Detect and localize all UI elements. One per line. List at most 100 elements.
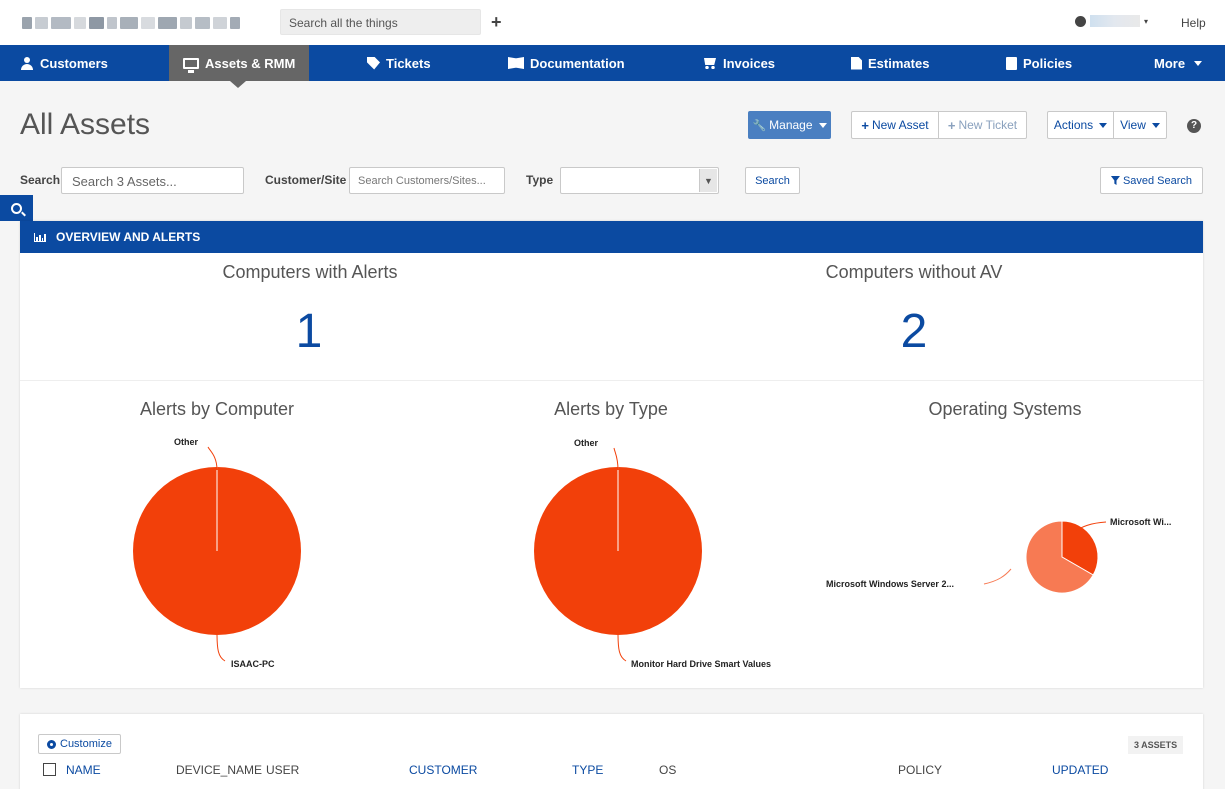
filter-icon — [1110, 176, 1120, 185]
caret-down-icon — [1194, 60, 1203, 66]
nav-item-label: Documentation — [530, 55, 625, 71]
customize-button[interactable]: Customize — [38, 734, 121, 754]
pie-label-monitor-hard-drive: Monitor Hard Drive Smart Values — [631, 659, 771, 669]
os-pie[interactable] — [1025, 520, 1099, 594]
bar-chart-icon — [34, 232, 46, 242]
nav-item-estimates[interactable]: Estimates — [851, 45, 929, 81]
overview-header: OVERVIEW AND ALERTS — [20, 221, 1203, 253]
caret-down-icon — [1099, 122, 1108, 128]
saved-search-button[interactable]: Saved Search — [1100, 167, 1203, 194]
computers-with-alerts-count[interactable]: 1 — [209, 304, 409, 359]
customer-site-label: Customer/Site — [265, 173, 347, 187]
leader-line-isaac-pc — [216, 632, 226, 662]
user-avatar-icon — [1075, 15, 1086, 27]
column-header-name[interactable]: NAME — [66, 763, 101, 777]
alerts-by-type-title: Alerts by Type — [554, 399, 668, 419]
view-label: View — [1120, 118, 1146, 132]
computers-with-alerts-title: Computers with Alerts — [222, 262, 398, 282]
caret-down-icon — [1151, 122, 1160, 128]
column-header-device-name: DEVICE_NAME — [176, 763, 263, 777]
add-button[interactable]: + — [491, 12, 502, 32]
document-icon — [851, 56, 862, 70]
select-all-checkbox[interactable] — [43, 763, 56, 776]
chevron-down-icon: ▾ — [1144, 16, 1149, 26]
actions-label: Actions — [1053, 118, 1094, 132]
pie-label-isaac-pc: ISAAC-PC — [231, 659, 275, 669]
main-nav: Customers Assets & RMM Tickets Documenta… — [0, 45, 1225, 81]
saved-search-label: Saved Search — [1122, 174, 1193, 187]
operating-systems-title: Operating Systems — [928, 399, 1082, 419]
alerts-by-computer-chart[interactable]: Other ISAAC-PC — [20, 421, 414, 681]
overview-header-label: OVERVIEW AND ALERTS — [56, 230, 201, 244]
nav-item-policies[interactable]: Policies — [1006, 45, 1072, 81]
nav-item-tickets[interactable]: Tickets — [367, 45, 431, 81]
column-header-os: OS — [659, 763, 677, 777]
column-header-updated[interactable]: UPDATED — [1052, 763, 1108, 777]
manage-button[interactable]: 🔧 Manage — [748, 111, 831, 139]
customer-site-input[interactable]: Search Customers/Sites... — [349, 167, 505, 194]
magnify-plus-icon — [11, 202, 22, 214]
nav-item-invoices[interactable]: Invoices — [702, 45, 775, 81]
leader-line-other — [207, 446, 218, 471]
search-label: Search — [20, 173, 61, 187]
nav-item-customers[interactable]: Customers — [20, 45, 108, 81]
leader-line-monitor-hard-drive — [617, 632, 627, 662]
pie-label-other: Other — [174, 437, 199, 447]
gear-icon — [47, 739, 56, 749]
column-header-customer[interactable]: CUSTOMER — [409, 763, 477, 777]
tag-icon — [367, 56, 380, 70]
user-name-blurred — [1090, 15, 1140, 27]
column-header-type[interactable]: TYPE — [572, 763, 603, 777]
nav-item-assets-rmm[interactable]: Assets & RMM — [169, 45, 310, 81]
user-icon — [20, 56, 34, 70]
company-logo[interactable] — [22, 14, 240, 32]
type-label: Type — [526, 173, 554, 187]
assets-count-badge: 3 ASSETS — [1128, 736, 1184, 754]
cart-icon — [702, 57, 717, 69]
leader-line-microsoft-windows-server — [983, 568, 1012, 585]
plus-icon: + — [947, 117, 956, 133]
nav-item-label: Assets & RMM — [205, 55, 296, 71]
computers-without-av-title: Computers without AV — [825, 262, 1003, 282]
global-search-input[interactable]: Search all the things — [280, 9, 481, 35]
alerts-by-type-chart[interactable]: Other Monitor Hard Drive Smart Values — [414, 421, 808, 681]
asset-search-input[interactable]: Search 3 Assets... — [61, 167, 244, 194]
view-dropdown[interactable]: View — [1113, 111, 1167, 139]
plus-icon: + — [861, 117, 869, 133]
active-tab-pointer — [230, 81, 246, 88]
help-link[interactable]: Help — [1181, 16, 1206, 30]
divider — [20, 380, 1203, 381]
nav-item-label: Customers — [40, 55, 108, 71]
new-asset-button[interactable]: + New Asset — [851, 111, 939, 139]
nav-item-more[interactable]: More — [1154, 45, 1203, 81]
user-menu[interactable]: ▾ — [1075, 15, 1148, 27]
policy-icon — [1006, 56, 1017, 70]
book-icon — [508, 57, 524, 69]
customize-label: Customize — [60, 738, 112, 750]
pie-label-microsoft-wi: Microsoft Wi... — [1110, 517, 1171, 527]
new-ticket-button[interactable]: + New Ticket — [938, 111, 1027, 139]
assets-table-panel — [20, 714, 1203, 789]
page-title: All Assets — [20, 108, 151, 141]
column-header-user: USER — [266, 763, 300, 777]
pie-label-other: Other — [574, 438, 599, 448]
nav-item-label: Invoices — [723, 55, 776, 71]
chevron-down-icon: ▼ — [699, 169, 717, 192]
nav-item-documentation[interactable]: Documentation — [508, 45, 625, 81]
alerts-by-computer-title: Alerts by Computer — [139, 399, 295, 419]
question-circle-icon[interactable]: ? — [1187, 119, 1201, 133]
zoom-toggle[interactable] — [0, 195, 33, 221]
computers-without-av-count[interactable]: 2 — [814, 304, 1014, 359]
search-button[interactable]: Search — [745, 167, 800, 194]
pie-label-microsoft-windows-server: Microsoft Windows Server 2... — [826, 579, 954, 589]
nav-item-label: Policies — [1023, 55, 1073, 71]
leader-line-other — [613, 447, 619, 471]
nav-item-label: Tickets — [386, 55, 431, 71]
monitor-icon — [183, 57, 199, 73]
actions-dropdown[interactable]: Actions — [1047, 111, 1114, 139]
top-bar: Search all the things + ▾ Help — [0, 0, 1225, 45]
manage-label: Manage — [769, 118, 813, 132]
operating-systems-chart[interactable]: Microsoft Wi... Microsoft Windows Server… — [808, 421, 1202, 681]
new-ticket-label: New Ticket — [958, 118, 1018, 132]
type-select[interactable]: ▼ — [560, 167, 719, 194]
